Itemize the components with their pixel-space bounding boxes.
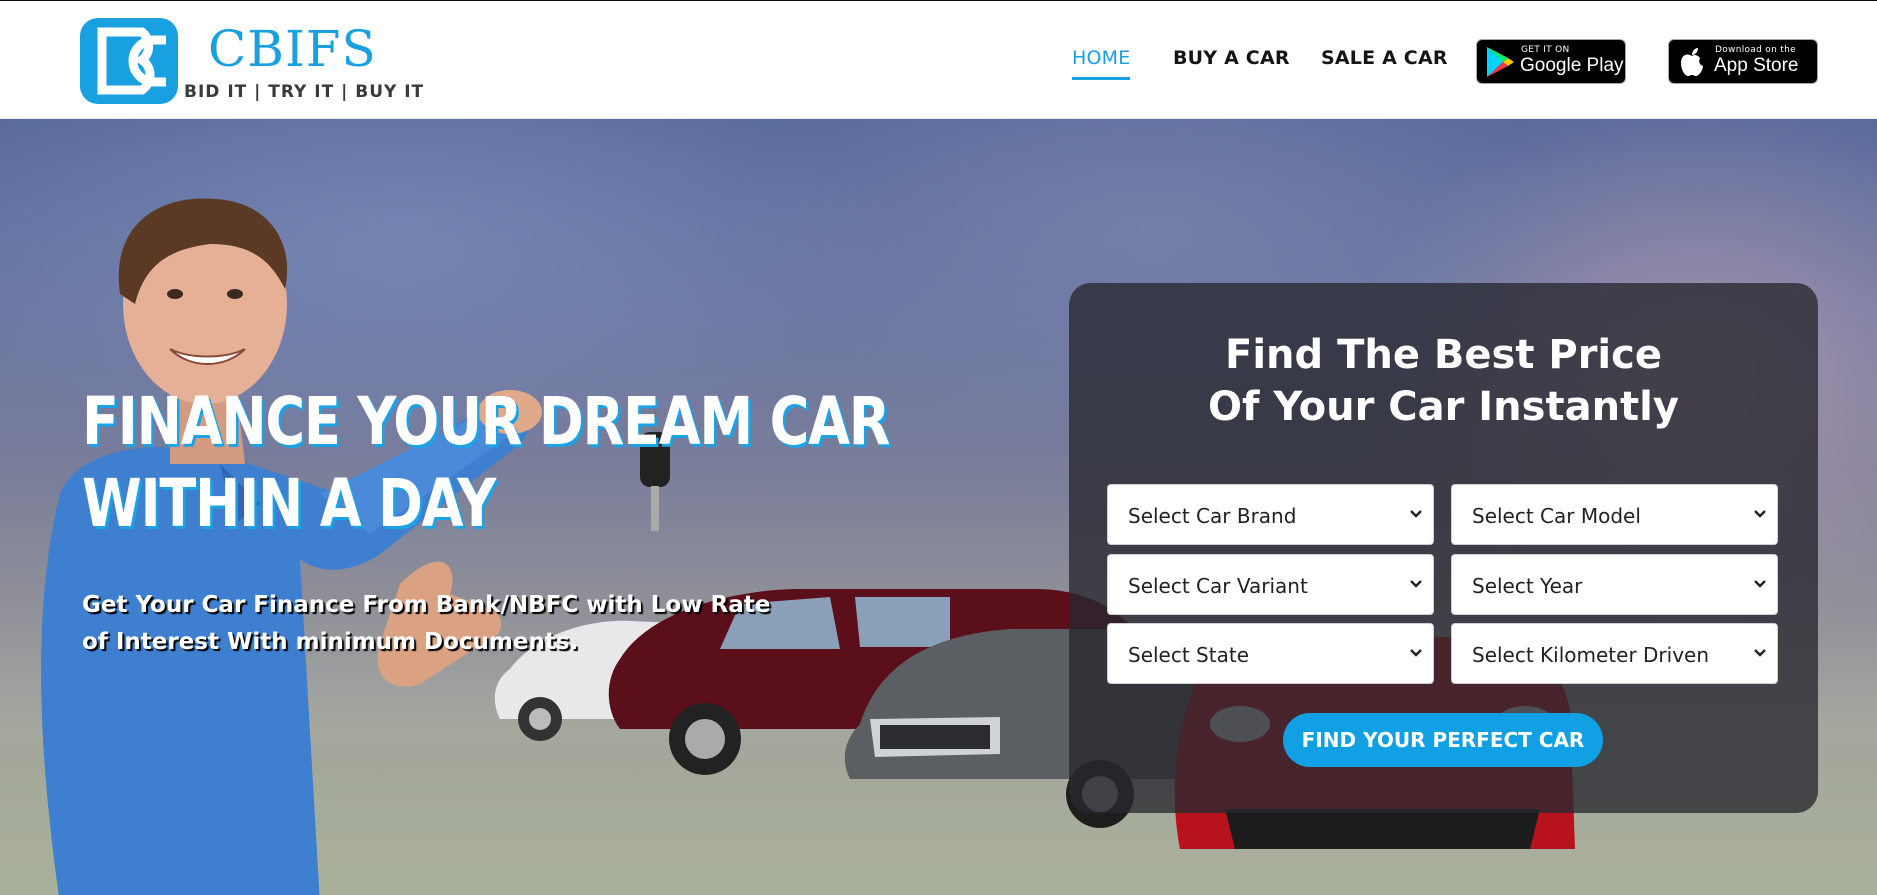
- google-play-icon: [1487, 47, 1514, 77]
- google-play-small-text: GET IT ON: [1521, 45, 1570, 55]
- nav-home-label: HOME: [1072, 47, 1131, 69]
- google-play-big-text: Google Play: [1520, 55, 1624, 76]
- app-store-badge[interactable]: Download on the App Store: [1668, 39, 1818, 84]
- search-card-title-line2: Of Your Car Instantly: [1208, 384, 1679, 430]
- chevron-down-icon: [1410, 510, 1422, 518]
- apple-icon: [1681, 48, 1703, 76]
- car-brand-select[interactable]: Select Car Brand: [1107, 484, 1434, 545]
- nav-home[interactable]: HOME: [1072, 47, 1131, 80]
- google-play-badge[interactable]: GET IT ON Google Play: [1476, 39, 1626, 84]
- year-select-value: Select Year: [1472, 574, 1583, 598]
- app-store-small-text: Download on the: [1715, 45, 1796, 55]
- nav-sale-a-car[interactable]: SALE A CAR: [1321, 47, 1448, 69]
- active-nav-underline: [1072, 77, 1131, 80]
- search-card-title: Find The Best Price Of Your Car Instantl…: [1069, 329, 1818, 433]
- state-select[interactable]: Select State: [1107, 623, 1434, 684]
- cb-logo-icon: [80, 18, 178, 104]
- car-variant-select[interactable]: Select Car Variant: [1107, 554, 1434, 615]
- brand-logo[interactable]: CBIFS BID IT | TRY IT | BUY IT: [80, 16, 423, 108]
- hero-subtitle: Get Your Car Finance From Bank/NBFC with…: [82, 592, 771, 655]
- car-brand-select-value: Select Car Brand: [1128, 504, 1297, 528]
- kilometer-driven-select-value: Select Kilometer Driven: [1472, 643, 1710, 667]
- car-variant-select-value: Select Car Variant: [1128, 574, 1308, 598]
- app-store-big-text: App Store: [1714, 55, 1799, 76]
- chevron-down-icon: [1754, 580, 1766, 588]
- brand-name: CBIFS: [208, 20, 377, 78]
- find-perfect-car-button[interactable]: FIND YOUR PERFECT CAR: [1283, 713, 1603, 767]
- hero-title-line2: WITHIN A DAY: [82, 465, 496, 542]
- hero-section: FINANCE YOUR DREAM CAR WITHIN A DAY Get …: [0, 119, 1877, 895]
- kilometer-driven-select[interactable]: Select Kilometer Driven: [1451, 623, 1778, 684]
- car-model-select-value: Select Car Model: [1472, 504, 1641, 528]
- hero-title-line1: FINANCE YOUR DREAM CAR: [82, 383, 890, 460]
- year-select[interactable]: Select Year: [1451, 554, 1778, 615]
- state-select-value: Select State: [1128, 643, 1249, 667]
- nav-buy-a-car[interactable]: BUY A CAR: [1173, 47, 1290, 69]
- price-search-card: Find The Best Price Of Your Car Instantl…: [1069, 283, 1818, 813]
- site-header: CBIFS BID IT | TRY IT | BUY IT HOME BUY …: [0, 0, 1877, 119]
- brand-tagline: BID IT | TRY IT | BUY IT: [184, 82, 425, 102]
- chevron-down-icon: [1410, 649, 1422, 657]
- hero-title: FINANCE YOUR DREAM CAR WITHIN A DAY: [82, 381, 890, 545]
- search-card-title-line1: Find The Best Price: [1225, 332, 1662, 378]
- chevron-down-icon: [1410, 580, 1422, 588]
- chevron-down-icon: [1754, 649, 1766, 657]
- chevron-down-icon: [1754, 510, 1766, 518]
- car-model-select[interactable]: Select Car Model: [1451, 484, 1778, 545]
